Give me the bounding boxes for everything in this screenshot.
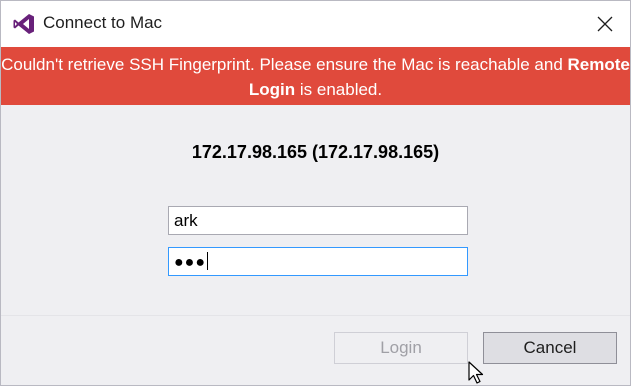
username-field[interactable]: ark [168,206,468,235]
password-mask: ●●● [174,254,206,271]
dialog-footer: Login Cancel [1,315,630,385]
password-field[interactable]: ●●● [168,247,468,276]
error-text-before: Couldn't retrieve SSH Fingerprint. Pleas… [1,55,568,74]
mouse-pointer-icon [468,361,484,384]
cancel-button[interactable]: Cancel [483,332,617,364]
host-label: 172.17.98.165 (172.17.98.165) [191,142,440,162]
login-button[interactable]: Login [334,332,468,364]
main-panel: 172.17.98.165 (172.17.98.165) ark ●●● [1,105,630,315]
username-value: ark [174,211,198,230]
error-text-after: is enabled. [295,80,383,99]
connect-to-mac-dialog: Connect to Mac Couldn't retrieve SSH Fin… [0,0,631,386]
close-button[interactable] [588,7,622,41]
close-icon [597,16,613,32]
window-title: Connect to Mac [43,13,163,32]
title-bar: Connect to Mac [1,1,630,47]
text-caret [207,252,208,270]
visual-studio-icon [13,14,34,34]
error-banner: Couldn't retrieve SSH Fingerprint. Pleas… [1,47,630,105]
